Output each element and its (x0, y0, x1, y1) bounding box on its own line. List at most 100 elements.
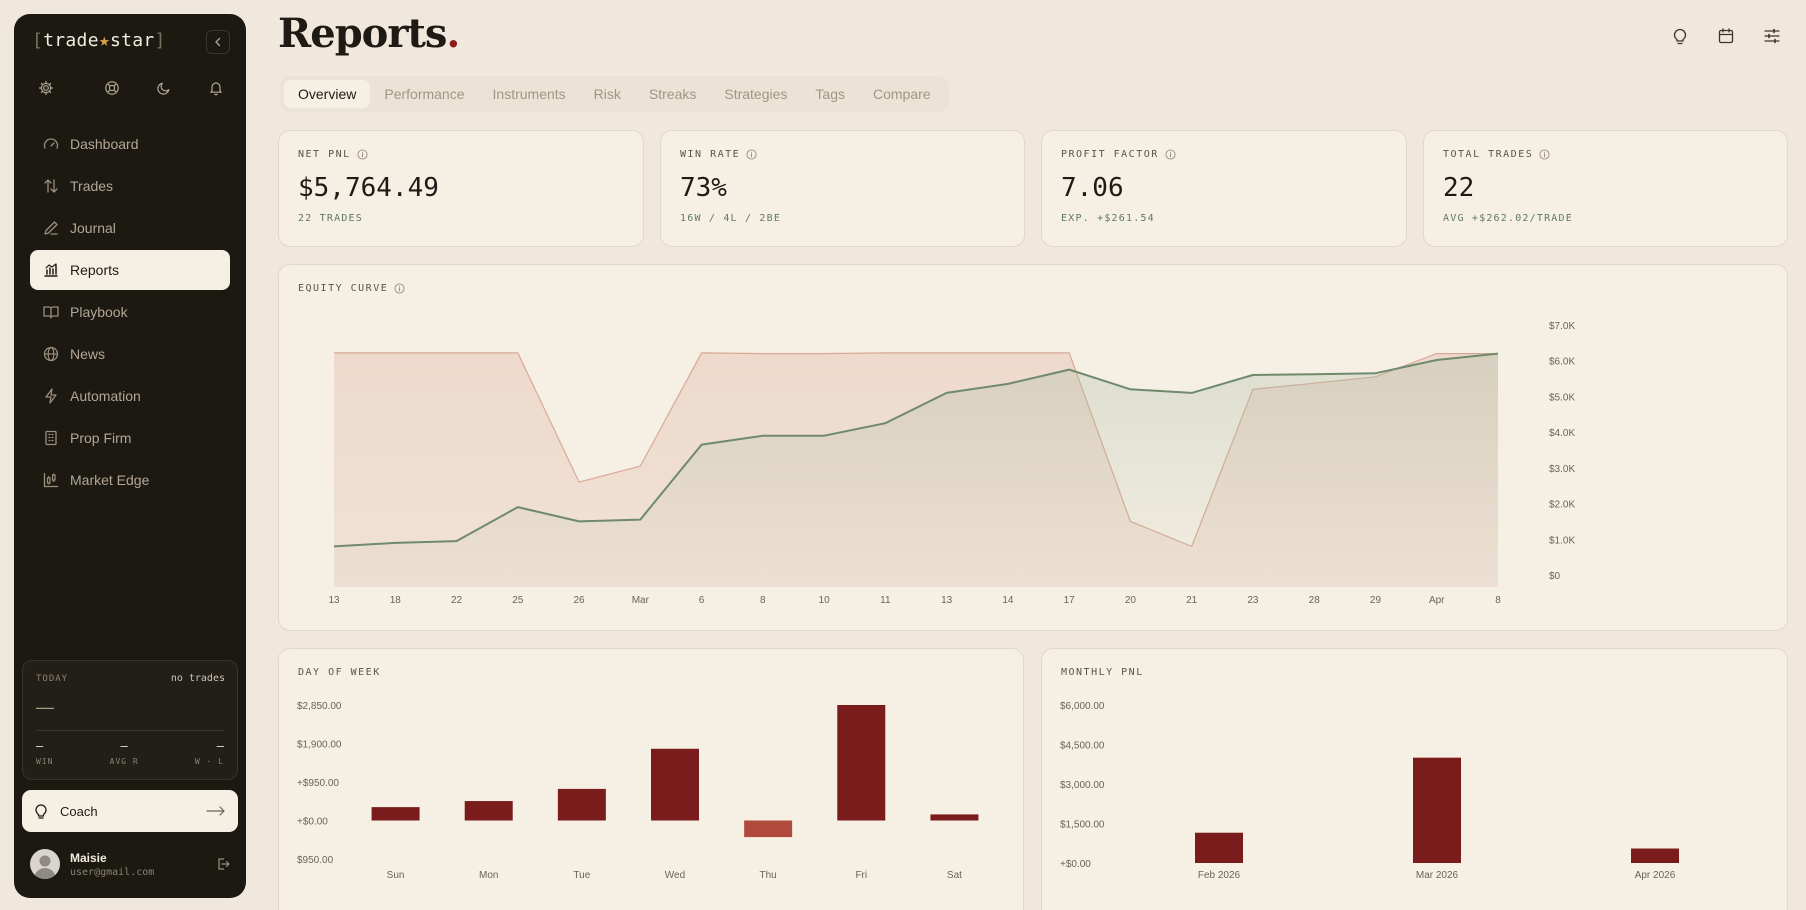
user-info: Maisie user@gmail.com (70, 851, 154, 878)
y-tick-label: $4.0K (1549, 428, 1575, 439)
day-of-week-chart[interactable]: $950.00 +$0.00 +$950.00 $1,900.00 $2,850.00 S… (279, 649, 1023, 910)
bar (651, 748, 699, 821)
y-tick-label: $1,500.00 (1060, 820, 1105, 831)
calendar-button[interactable] (1714, 24, 1738, 48)
bar (1195, 832, 1243, 863)
calendar-icon (1718, 28, 1734, 44)
monthly-pnl-card: MONTHLY PNL +$0.00 $1,500.00 $3,000.00 $4,5… (1041, 648, 1788, 910)
bar (1631, 848, 1679, 863)
kpi-sub: AVG +$262.02/TRADE (1443, 213, 1573, 224)
stat-label: W · L (194, 757, 224, 766)
gauge-icon (43, 138, 59, 149)
kpi-card-total-trades: TOTAL TRADES 22 AVG +$262.02/TRADE (1423, 130, 1788, 247)
arrow-right-icon (206, 806, 225, 816)
info-icon[interactable] (746, 149, 757, 160)
x-tick-label: Wed (665, 870, 685, 881)
info-icon[interactable] (1539, 149, 1550, 160)
user-profile[interactable]: Maisie user@gmail.com (30, 846, 230, 882)
info-icon[interactable] (1165, 149, 1176, 160)
page-title-text: Reports (278, 10, 447, 57)
collapse-sidebar-button[interactable] (206, 30, 230, 54)
user-name: Maisie (70, 850, 107, 865)
bar (930, 814, 979, 821)
sidebar-item-dashboard[interactable]: Dashboard (30, 124, 230, 164)
x-tick-label: 8 (760, 595, 766, 606)
x-tick-label: Thu (760, 870, 777, 881)
y-tick-label: +$0.00 (297, 817, 328, 828)
tab-tags[interactable]: Tags (801, 80, 859, 108)
x-tick-label: 21 (1186, 595, 1198, 606)
sidebar-item-automation[interactable]: Automation (30, 376, 230, 416)
x-tick-label: 14 (1002, 595, 1014, 606)
x-tick-label: 26 (573, 595, 585, 606)
settings-button[interactable] (34, 76, 58, 100)
theme-toggle-button[interactable] (138, 76, 190, 100)
sidebar-item-news[interactable]: News (30, 334, 230, 374)
bar (464, 801, 513, 821)
filters-button[interactable] (1760, 24, 1784, 48)
notifications-button[interactable] (190, 76, 242, 100)
y-tick-label: $2,850.00 (297, 701, 342, 712)
x-tick-label: 18 (390, 595, 402, 606)
kpi-value: 73% (680, 173, 727, 203)
y-tick-label: +$0.00 (1060, 859, 1091, 870)
sidebar-item-label: Trades (70, 178, 114, 194)
gear-icon (38, 80, 54, 96)
tab-compare[interactable]: Compare (859, 80, 945, 108)
info-icon[interactable] (357, 149, 368, 160)
monthly-pnl-chart[interactable]: +$0.00 $1,500.00 $3,000.00 $4,500.00 $6,000.… (1042, 649, 1787, 910)
logout-button[interactable] (216, 857, 230, 871)
sidebar-item-prop-firm[interactable]: Prop Firm (30, 418, 230, 458)
x-tick-label: 29 (1370, 595, 1382, 606)
coach-button[interactable]: Coach (22, 790, 238, 832)
tab-risk[interactable]: Risk (580, 80, 635, 108)
kpi-value: 22 (1443, 173, 1475, 203)
x-tick-label: 20 (1125, 595, 1137, 606)
kpi-label: TOTAL TRADES (1443, 149, 1550, 160)
tab-strategies[interactable]: Strategies (710, 80, 801, 108)
x-tick-label: Apr 2026 (1635, 870, 1676, 881)
kpi-sub: 22 TRADES (298, 213, 363, 224)
kpi-sub: 16W / 4L / 2BE (680, 213, 782, 224)
sidebar-item-market-edge[interactable]: Market Edge (30, 460, 230, 500)
sidebar-item-journal[interactable]: Journal (30, 208, 230, 248)
candles-icon (43, 472, 59, 488)
page-title-dot: . (446, 10, 460, 57)
kpi-value: 7.06 (1061, 173, 1124, 203)
kpi-label-text: WIN RATE (680, 149, 741, 160)
y-tick-label: $1.0K (1549, 535, 1575, 546)
y-tick-label: $6,000.00 (1060, 701, 1105, 712)
x-tick-label: Mar (632, 595, 650, 606)
arrows-updown-icon (44, 179, 58, 193)
brand-text-a: trade (43, 30, 99, 51)
brand-bracket-right: ] (154, 30, 166, 51)
sidebar-item-trades[interactable]: Trades (30, 166, 230, 206)
support-button[interactable] (86, 76, 138, 100)
kpi-label: PROFIT FACTOR (1061, 149, 1176, 160)
x-tick-label: 6 (699, 595, 705, 606)
tab-streaks[interactable]: Streaks (635, 80, 710, 108)
kpi-card-profit-factor: PROFIT FACTOR 7.06 EXP. +$261.54 (1041, 130, 1407, 247)
tab-overview[interactable]: Overview (284, 80, 371, 108)
x-tick-label: 22 (451, 595, 463, 606)
tips-button[interactable] (1668, 24, 1692, 48)
y-tick-label: $3,000.00 (1060, 780, 1105, 791)
sidebar-item-reports[interactable]: Reports (30, 250, 230, 290)
sidebar: [trade★star] Dashboard Trades Journal Re… (14, 14, 246, 898)
x-tick-label: 23 (1247, 595, 1259, 606)
globe-icon (43, 346, 59, 362)
tab-performance[interactable]: Performance (370, 80, 478, 108)
sidebar-item-playbook[interactable]: Playbook (30, 292, 230, 332)
sidebar-item-label: Prop Firm (70, 430, 132, 446)
tab-instruments[interactable]: Instruments (479, 80, 580, 108)
brand-logo[interactable]: [trade★star] (32, 30, 166, 51)
user-avatar-icon (34, 855, 56, 879)
kpi-card-win-rate: WIN RATE 73% 16W / 4L / 2BE (660, 130, 1025, 247)
today-summary-card: TODAY no trades — — WIN — AVG R — W · L (22, 660, 238, 780)
equity-curve-chart[interactable]: 13 18 22 25 26 Mar 6 8 10 11 13 14 17 20 21 23 28 29 Apr 8 $… (279, 265, 1787, 630)
x-tick-label: Mar 2026 (1416, 870, 1459, 881)
sidebar-nav: Dashboard Trades Journal Reports Playboo… (30, 124, 230, 502)
avatar[interactable] (30, 849, 60, 879)
stat-value: — (36, 739, 44, 753)
x-tick-label: Fri (855, 870, 867, 881)
